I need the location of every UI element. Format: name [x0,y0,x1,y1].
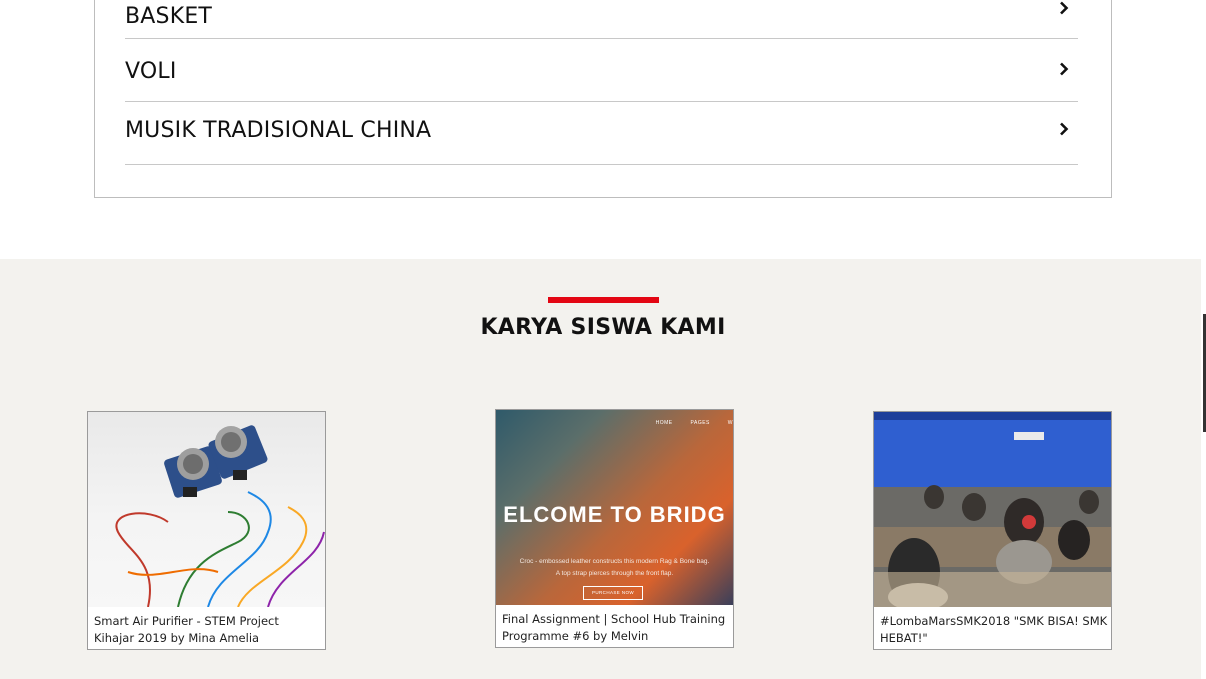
thumb-subtext-line: A top strap pierces through the front fl… [555,570,674,577]
student-works-section: KARYA SISWA KAMI Smart Air Purifier - ST… [0,259,1201,679]
thumb-subtext: Croc - embossed leather constructs this … [496,556,733,580]
thumb-headline: ELCOME TO BRIDG [503,502,726,527]
accordion-item-musik-tradisional-china[interactable]: MUSIK TRADISIONAL CHINA [125,102,1078,165]
extracurricular-accordion: BASKET VOLI MUSIK TRADISIONAL CHINA [94,0,1112,198]
thumb-purchase-button: PURCHASE NOW [583,586,643,600]
student-work-card[interactable]: Smart Air Purifier - STEM Project Kihaja… [87,411,326,650]
student-work-card[interactable]: HOME PAGES W ELCOME TO BRIDG Croc - embo… [495,409,734,648]
video-thumbnail[interactable] [874,412,1111,607]
video-thumbnail[interactable]: HOME PAGES W ELCOME TO BRIDG Croc - embo… [496,410,733,605]
card-caption[interactable]: #LombaMarsSMK2018 "SMK BISA! SMK HEBAT!" [880,613,1108,647]
thumb-nav-item: PAGES [690,420,710,426]
card-caption[interactable]: Smart Air Purifier - STEM Project Kihaja… [94,613,322,647]
accordion-item-label: MUSIK TRADISIONAL CHINA [125,117,432,143]
card-caption[interactable]: Final Assignment | School Hub Training P… [502,611,730,645]
student-work-card[interactable]: #LombaMarsSMK2018 "SMK BISA! SMK HEBAT!" [873,411,1112,650]
chevron-right-icon [1056,121,1072,137]
thumb-nav: HOME PAGES W [656,420,733,426]
chevron-right-icon [1056,0,1072,16]
thumb-nav-item: W [727,420,733,426]
thumb-subtext-line: Croc - embossed leather constructs this … [519,558,710,565]
chevron-right-icon [1056,61,1072,77]
accordion-item-basket[interactable]: BASKET [125,0,1078,39]
accordion-item-label: BASKET [125,3,213,29]
accordion-item-voli[interactable]: VOLI [125,39,1078,102]
title-accent-bar [548,297,659,303]
accordion-item-label: VOLI [125,58,177,84]
thumb-nav-item: HOME [655,420,673,426]
section-title: KARYA SISWA KAMI [480,315,726,340]
video-thumbnail[interactable] [88,412,325,607]
